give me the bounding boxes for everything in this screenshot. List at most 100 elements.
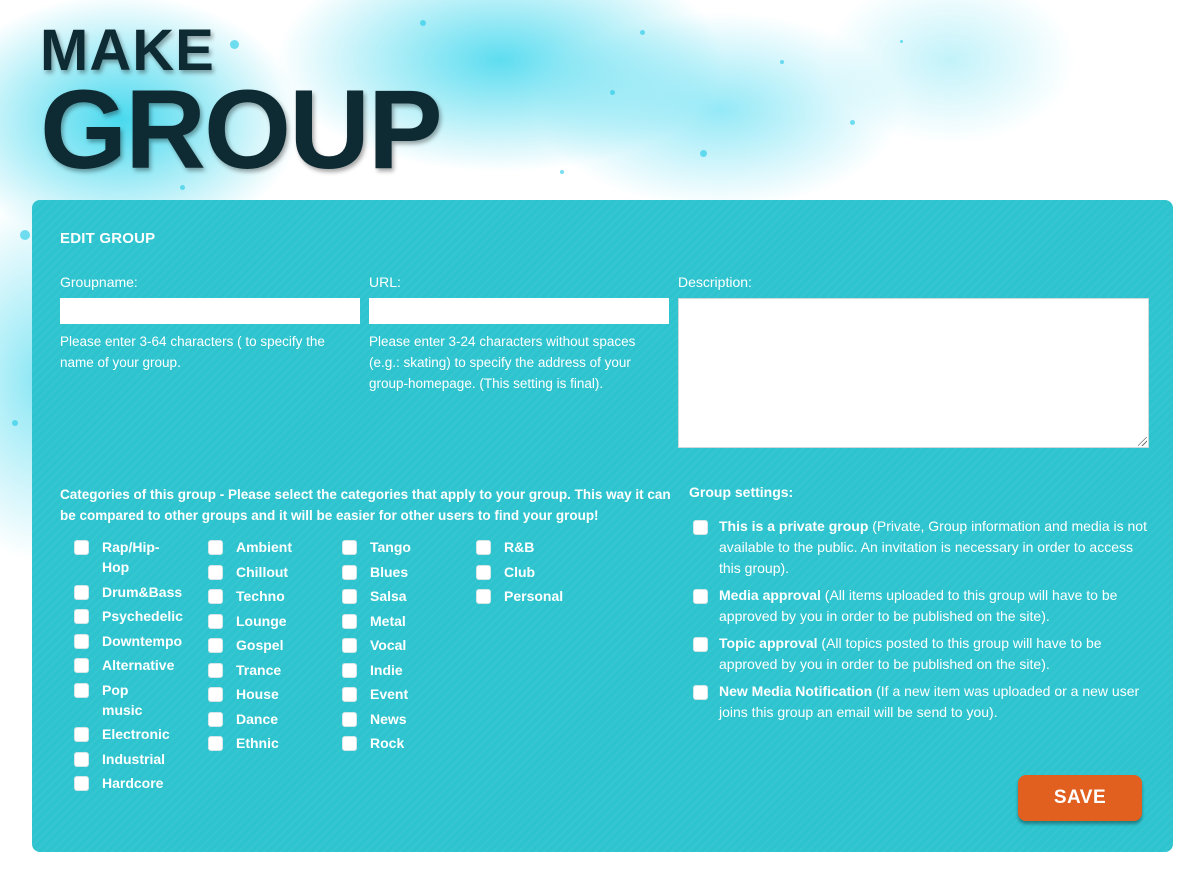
category-column-1: Rap/Hip-Hop Drum&Bass Psychedelic Downtempo… — [74, 537, 194, 798]
category-checkbox[interactable] — [208, 638, 223, 653]
category-checkbox[interactable] — [208, 711, 223, 727]
description-label: Description: — [678, 274, 752, 290]
category-label: Trance — [236, 661, 282, 678]
category-checkbox[interactable] — [74, 609, 89, 624]
category-label: Rock — [370, 735, 405, 751]
group-setting-checkbox[interactable] — [693, 520, 708, 535]
category-option[interactable]: Ambient — [208, 537, 328, 557]
url-input[interactable] — [369, 298, 669, 324]
category-label: Drum&Bass — [102, 583, 183, 600]
category-checkbox[interactable] — [208, 687, 223, 702]
groupname-help: Please enter 3-64 characters ( to specif… — [60, 334, 325, 370]
groupname-input[interactable] — [60, 298, 360, 324]
category-checkbox[interactable] — [74, 682, 89, 698]
splash-speck — [20, 230, 30, 240]
category-label: News — [370, 710, 407, 727]
category-option[interactable]: Rap/Hip-Hop — [74, 537, 194, 577]
category-label: Blues — [370, 563, 409, 580]
category-option[interactable]: Lounge — [208, 611, 328, 631]
group-setting-checkbox[interactable] — [693, 685, 708, 700]
category-option[interactable]: Chillout — [208, 562, 328, 582]
splash-speck — [780, 60, 784, 64]
category-checkbox[interactable] — [74, 727, 89, 742]
category-checkbox[interactable] — [208, 662, 223, 678]
group-setting-text: Topic approval (All topics posted to thi… — [719, 633, 1153, 675]
category-option[interactable]: Psychedelic — [74, 606, 194, 626]
resize-grip-icon[interactable] — [1138, 437, 1147, 446]
category-option[interactable]: News — [342, 709, 462, 729]
category-option[interactable]: Indie — [342, 660, 462, 680]
category-checkbox[interactable] — [208, 564, 223, 580]
category-option[interactable]: Event — [342, 684, 462, 704]
category-option[interactable]: Personal — [476, 586, 596, 606]
group-setting-title: New Media Notification — [719, 683, 873, 699]
category-checkbox[interactable] — [74, 658, 89, 673]
category-option[interactable]: Salsa — [342, 586, 462, 606]
url-help: Please enter 3-24 characters without spa… — [369, 334, 636, 391]
category-checkbox[interactable] — [342, 589, 357, 604]
category-option[interactable]: Alternative — [74, 655, 194, 675]
category-checkbox[interactable] — [208, 540, 223, 555]
category-option[interactable]: Rock — [342, 733, 462, 753]
category-checkbox[interactable] — [342, 613, 357, 629]
category-label: Rap/Hip-Hop — [102, 539, 160, 575]
category-option[interactable]: Blues — [342, 562, 462, 582]
category-checkbox[interactable] — [342, 638, 357, 653]
category-option[interactable]: Downtempo — [74, 631, 194, 651]
category-checkbox[interactable] — [342, 687, 357, 702]
category-checkbox[interactable] — [74, 540, 89, 555]
group-setting-option[interactable]: Topic approval (All topics posted to thi… — [693, 633, 1153, 675]
group-setting-option[interactable]: New Media Notification (If a new item wa… — [693, 681, 1153, 723]
category-option[interactable]: Tango — [342, 537, 462, 557]
group-setting-checkbox[interactable] — [693, 589, 708, 604]
category-option[interactable]: Electronic — [74, 724, 194, 744]
description-textarea[interactable] — [678, 298, 1149, 448]
category-checkbox[interactable] — [476, 589, 491, 604]
page-title: MAKE GROUP — [40, 22, 443, 186]
category-checkbox[interactable] — [342, 564, 357, 580]
category-checkbox[interactable] — [476, 540, 491, 555]
category-checkbox[interactable] — [476, 564, 491, 580]
splash-speck — [12, 420, 18, 426]
category-option[interactable]: Pop music — [74, 680, 194, 720]
group-setting-option[interactable]: This is a private group (Private, Group … — [693, 516, 1153, 579]
category-checkbox[interactable] — [74, 776, 89, 791]
category-option[interactable]: Metal — [342, 611, 462, 631]
category-checkbox[interactable] — [342, 662, 357, 678]
category-option[interactable]: House — [208, 684, 328, 704]
category-checkbox[interactable] — [208, 736, 223, 751]
save-button[interactable]: SAVE — [1018, 775, 1142, 821]
category-checkbox[interactable] — [208, 589, 223, 604]
category-checkbox[interactable] — [74, 584, 89, 600]
category-option[interactable]: Industrial — [74, 749, 194, 769]
category-option[interactable]: Drum&Bass — [74, 582, 194, 602]
category-label: Pop music — [102, 681, 143, 718]
category-checkbox[interactable] — [342, 540, 357, 555]
category-option[interactable]: R&B — [476, 537, 596, 557]
category-label: Metal — [370, 612, 406, 629]
category-option[interactable]: Techno — [208, 586, 328, 606]
categories-heading: Categories of this group - Please select… — [60, 487, 671, 523]
category-option[interactable]: Gospel — [208, 635, 328, 655]
category-label: R&B — [504, 539, 535, 555]
category-checkbox[interactable] — [74, 751, 89, 767]
panel-title: EDIT GROUP — [60, 230, 156, 247]
group-setting-option[interactable]: Media approval (All items uploaded to th… — [693, 585, 1153, 627]
category-label: Club — [504, 563, 536, 580]
splash-speck — [850, 120, 855, 125]
group-setting-title: Media approval — [719, 587, 821, 603]
category-option[interactable]: Dance — [208, 709, 328, 729]
category-option[interactable]: Trance — [208, 660, 328, 680]
category-option[interactable]: Vocal — [342, 635, 462, 655]
category-checkbox[interactable] — [342, 736, 357, 751]
category-checkbox[interactable] — [208, 613, 223, 629]
category-label: Dance — [236, 710, 279, 727]
category-option[interactable]: Hardcore — [74, 773, 194, 793]
category-label: Lounge — [236, 612, 287, 629]
splash-speck — [900, 40, 903, 43]
category-option[interactable]: Club — [476, 562, 596, 582]
group-setting-checkbox[interactable] — [693, 637, 708, 652]
category-option[interactable]: Ethnic — [208, 733, 328, 753]
category-checkbox[interactable] — [74, 633, 89, 649]
category-checkbox[interactable] — [342, 711, 357, 727]
